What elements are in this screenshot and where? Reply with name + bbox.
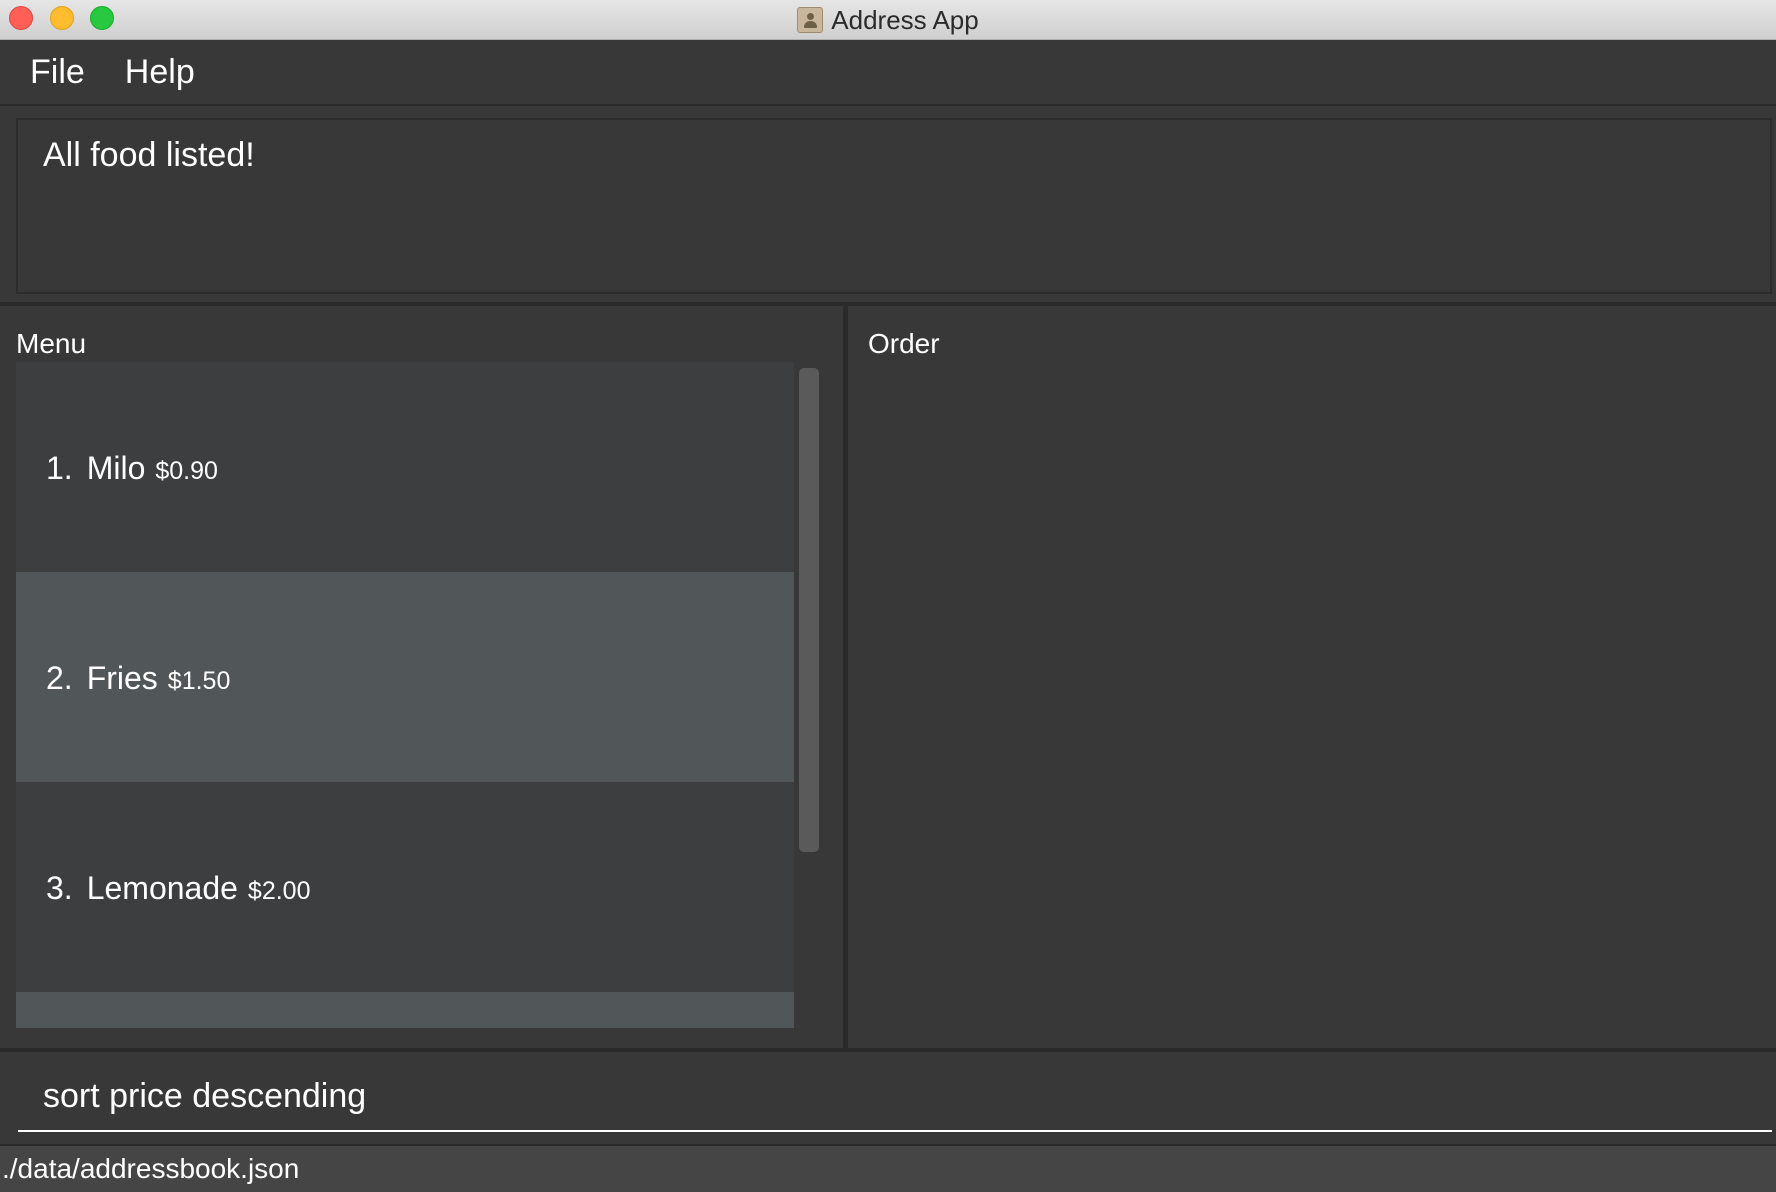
item-index: 2. — [46, 660, 73, 696]
menu-scrollbar[interactable] — [799, 368, 819, 852]
item-name: Lemonade — [86, 870, 238, 906]
order-panel-label: Order — [868, 328, 940, 359]
item-name: Milo — [86, 450, 146, 486]
item-price: $1.50 — [167, 667, 231, 695]
order-panel: Order — [848, 306, 1776, 1048]
list-item-partial[interactable] — [16, 992, 794, 1028]
command-box — [0, 1052, 1776, 1144]
list-item[interactable]: 1. Milo $0.90 — [16, 362, 794, 572]
address-book-icon — [797, 7, 824, 33]
menu-panel-label: Menu — [16, 328, 87, 359]
title-bar: Address App — [0, 0, 1776, 40]
list-item[interactable]: 2. Fries $1.50 — [16, 572, 794, 782]
item-index: 3. — [46, 870, 73, 906]
result-message: All food listed! — [43, 136, 255, 174]
command-input[interactable] — [18, 1062, 1772, 1132]
scrollbar-thumb[interactable] — [799, 368, 819, 852]
menu-help[interactable]: Help — [125, 53, 195, 92]
app-window: Address App File Help All food listed! M… — [0, 0, 1776, 1192]
item-name: Fries — [86, 660, 158, 696]
window-title: Address App — [831, 4, 979, 35]
menu-file[interactable]: File — [30, 53, 85, 92]
list-item[interactable]: 3. Lemonade $2.00 — [16, 782, 794, 992]
data-file-path: ./data/addressbook.json — [2, 1153, 300, 1184]
menu-list[interactable]: 1. Milo $0.90 2. Fries $1.50 3. Lemonade… — [16, 362, 794, 1028]
menu-panel: Menu 1. Milo $0.90 2. Fries $1.50 3. Lem… — [0, 306, 843, 1048]
item-index: 1. — [46, 450, 73, 486]
item-price: $0.90 — [155, 457, 218, 485]
item-price: $2.00 — [247, 877, 311, 905]
status-bar: ./data/addressbook.json — [0, 1144, 1776, 1192]
menu-bar: File Help — [0, 40, 1776, 106]
result-display: All food listed! — [16, 118, 1772, 294]
